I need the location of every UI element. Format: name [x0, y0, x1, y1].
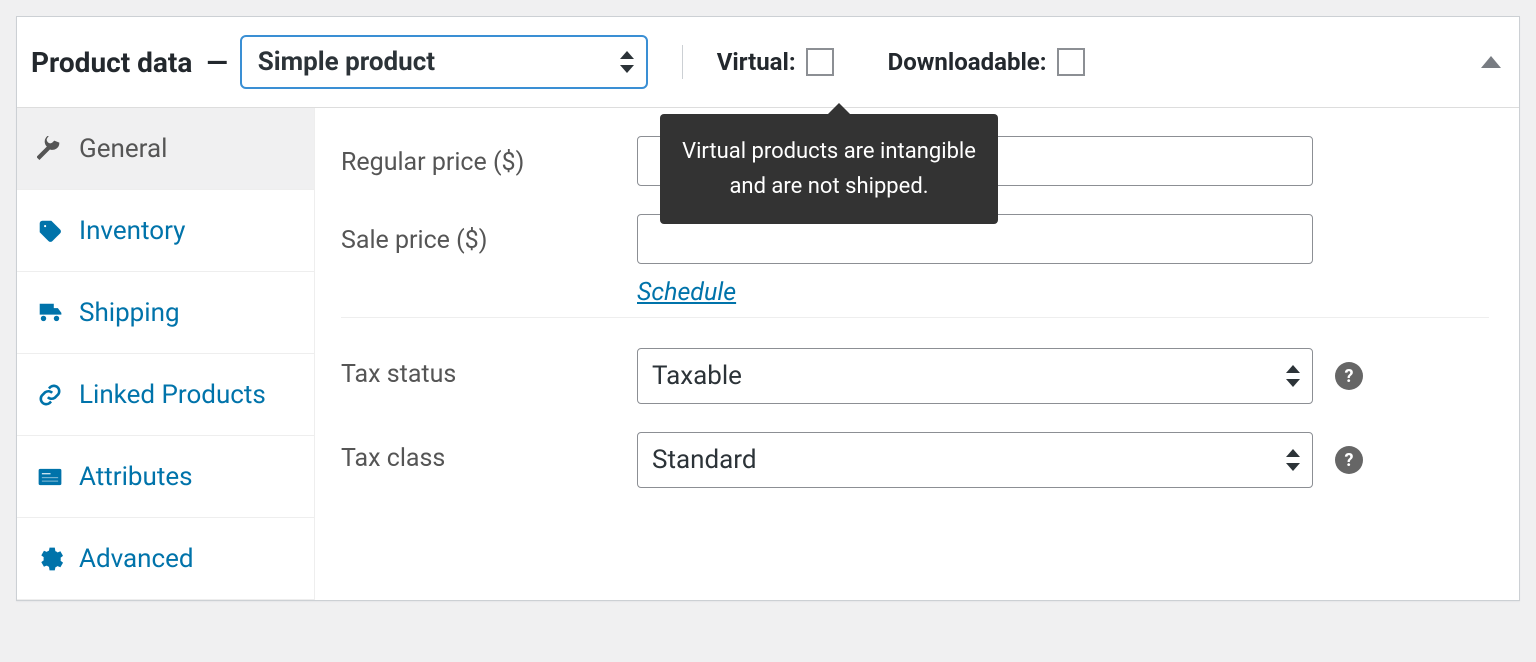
- vertical-separator: [682, 45, 683, 79]
- help-icon[interactable]: ?: [1335, 362, 1363, 390]
- panel-title: Product data: [31, 46, 192, 79]
- sale-price-label: Sale price ($): [341, 214, 637, 255]
- tax-status-label: Tax status: [341, 348, 637, 389]
- tab-shipping[interactable]: Shipping: [17, 272, 314, 354]
- tax-status-select[interactable]: Taxable: [637, 348, 1313, 404]
- panel-header: Product data — Simple product Virtual: D…: [17, 17, 1519, 108]
- tab-attributes[interactable]: Attributes: [17, 436, 314, 518]
- virtual-tooltip: Virtual products are intangible and are …: [660, 114, 998, 224]
- virtual-label: Virtual:: [717, 48, 796, 76]
- downloadable-option[interactable]: Downloadable:: [888, 48, 1085, 76]
- help-icon[interactable]: ?: [1335, 446, 1363, 474]
- gear-icon: [37, 546, 63, 572]
- collapse-panel-toggle[interactable]: [1481, 56, 1501, 68]
- truck-icon: [37, 300, 63, 326]
- tab-linked-products[interactable]: Linked Products: [17, 354, 314, 436]
- tab-list: General Inventory Shipping Linked Produc…: [17, 108, 315, 600]
- tax-class-value: Standard: [652, 445, 756, 475]
- tab-label: Advanced: [79, 546, 194, 572]
- downloadable-label: Downloadable:: [888, 48, 1047, 76]
- tab-label: Linked Products: [79, 382, 266, 408]
- tab-label: Shipping: [79, 300, 180, 326]
- tax-class-select[interactable]: Standard: [637, 432, 1313, 488]
- sort-icon: [1286, 449, 1300, 471]
- sale-price-row: Sale price ($) Schedule: [341, 214, 1489, 307]
- tag-icon: [37, 218, 63, 244]
- product-type-value: Simple product: [258, 47, 435, 77]
- virtual-checkbox[interactable]: [806, 48, 834, 76]
- sort-icon: [620, 51, 634, 73]
- virtual-option[interactable]: Virtual:: [717, 48, 834, 76]
- tab-label: Attributes: [79, 464, 193, 490]
- tax-class-row: Tax class Standard ?: [341, 432, 1489, 488]
- tab-label: Inventory: [79, 218, 185, 244]
- tax-status-row: Tax status Taxable ?: [341, 348, 1489, 404]
- tab-label: General: [79, 136, 167, 162]
- tax-class-label: Tax class: [341, 432, 637, 473]
- panel-title-dash: —: [206, 46, 227, 79]
- tooltip-text: Virtual products are intangible and are …: [682, 139, 976, 199]
- card-icon: [37, 464, 63, 490]
- schedule-link[interactable]: Schedule: [637, 278, 736, 307]
- link-icon: [37, 382, 63, 408]
- downloadable-checkbox[interactable]: [1057, 48, 1085, 76]
- tab-general[interactable]: General: [17, 108, 314, 190]
- sort-icon: [1286, 365, 1300, 387]
- tax-section: Tax status Taxable ? Tax class Standard: [341, 317, 1489, 488]
- product-type-select[interactable]: Simple product: [240, 35, 648, 89]
- regular-price-label: Regular price ($): [341, 136, 637, 177]
- wrench-icon: [37, 136, 63, 162]
- tab-advanced[interactable]: Advanced: [17, 518, 314, 600]
- tooltip-arrow-icon: [828, 103, 850, 114]
- tab-inventory[interactable]: Inventory: [17, 190, 314, 272]
- product-data-panel: Product data — Simple product Virtual: D…: [16, 16, 1520, 601]
- tax-status-value: Taxable: [652, 361, 742, 391]
